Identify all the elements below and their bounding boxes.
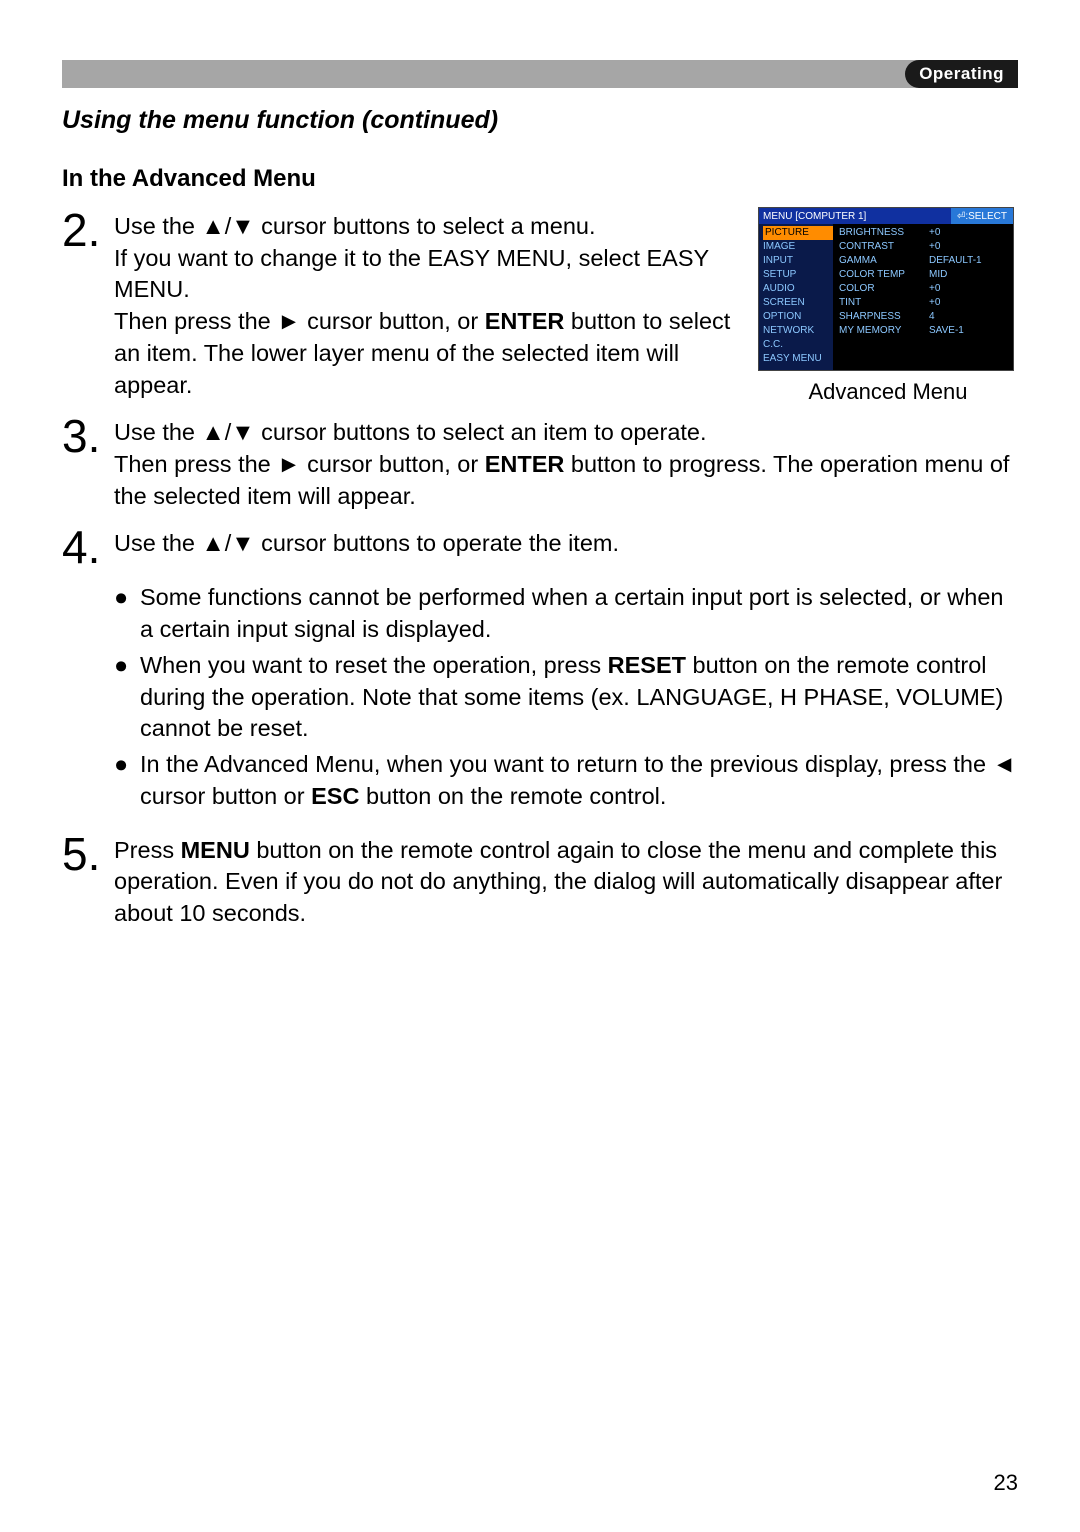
menu-val: +0 — [929, 240, 940, 254]
bullet-span: When you want to reset the operation, pr… — [140, 652, 608, 678]
bullet-item: ● When you want to reset the operation, … — [114, 650, 1018, 745]
menu-left-item: INPUT — [763, 254, 833, 268]
menu-key: COLOR TEMP — [839, 268, 929, 282]
page-number: 23 — [994, 1470, 1018, 1496]
bullet-span: button on the remote control. — [359, 783, 666, 809]
section-title: Using the menu function (continued) — [62, 106, 1018, 135]
step-3: 3. Use the ▲/▼ cursor buttons to select … — [62, 413, 1018, 512]
menu-left-item: C.C. — [763, 338, 833, 352]
step-2: 2. Use the ▲/▼ cursor buttons to select … — [62, 207, 738, 401]
figure-caption: Advanced Menu — [758, 379, 1018, 405]
step-number: 2. — [62, 207, 114, 253]
menu-val: +0 — [929, 226, 940, 240]
step-text: Press — [114, 837, 181, 863]
bullet-item: ● In the Advanced Menu, when you want to… — [114, 749, 1018, 812]
menu-key: CONTRAST — [839, 240, 929, 254]
menu-right-column: BRIGHTNESS+0 CONTRAST+0 GAMMADEFAULT-1 C… — [833, 224, 1013, 370]
header-bar: Operating — [62, 60, 1018, 88]
bullet-icon: ● — [114, 650, 140, 745]
bullet-text: Some functions cannot be performed when … — [140, 582, 1018, 645]
bullet-text: In the Advanced Menu, when you want to r… — [140, 749, 1018, 812]
enter-label: ENTER — [485, 308, 565, 334]
menu-val: SAVE-1 — [929, 324, 964, 338]
menu-left-item: SCREEN — [763, 296, 833, 310]
advanced-menu-figure: MENU [COMPUTER 1] ⏎:SELECT PICTURE IMAGE… — [758, 207, 1014, 371]
subsection-title: In the Advanced Menu — [62, 165, 1018, 193]
menu-left-item: PICTURE — [763, 226, 834, 240]
menu-key: GAMMA — [839, 254, 929, 268]
enter-label: ENTER — [485, 451, 565, 477]
menu-header-right: ⏎:SELECT — [951, 208, 1013, 224]
step-body: Use the ▲/▼ cursor buttons to operate th… — [114, 524, 619, 560]
step-text: Use the ▲/▼ cursor buttons to operate th… — [114, 530, 619, 556]
menu-left-column: PICTURE IMAGE INPUT SETUP AUDIO SCREEN O… — [759, 224, 833, 370]
step-text: Use the ▲/▼ cursor buttons to select an … — [114, 419, 707, 445]
step-number: 3. — [62, 413, 114, 459]
menu-left-item: NETWORK — [763, 324, 833, 338]
menu-val: DEFAULT-1 — [929, 254, 982, 268]
menu-header-left: MENU [COMPUTER 1] — [759, 211, 951, 222]
menu-left-item: IMAGE — [763, 240, 833, 254]
menu-key: BRIGHTNESS — [839, 226, 929, 240]
step-number: 5. — [62, 831, 114, 877]
menu-key: MY MEMORY — [839, 324, 929, 338]
step-text: Use the ▲/▼ cursor buttons to select a m… — [114, 213, 596, 239]
menu-key: SHARPNESS — [839, 310, 929, 324]
bullet-icon: ● — [114, 582, 140, 645]
step-5: 5. Press MENU button on the remote contr… — [62, 831, 1018, 930]
menu-left-item: OPTION — [763, 310, 833, 324]
menu-val: +0 — [929, 282, 940, 296]
esc-label: ESC — [311, 783, 359, 809]
step-number: 4. — [62, 524, 114, 570]
step-body: Use the ▲/▼ cursor buttons to select a m… — [114, 207, 738, 401]
bullet-item: ● Some functions cannot be performed whe… — [114, 582, 1018, 645]
reset-label: RESET — [608, 652, 686, 678]
menu-val: +0 — [929, 296, 940, 310]
menu-label: MENU — [181, 837, 250, 863]
step-text: Then press the ► cursor button, or — [114, 308, 485, 334]
step-body: Press MENU button on the remote control … — [114, 831, 1018, 930]
menu-left-item: AUDIO — [763, 282, 833, 296]
menu-left-item: EASY MENU — [763, 352, 833, 366]
menu-key: COLOR — [839, 282, 929, 296]
step-text: Then press the ► cursor button, or — [114, 451, 485, 477]
bullet-text: When you want to reset the operation, pr… — [140, 650, 1018, 745]
step-4: 4. Use the ▲/▼ cursor buttons to operate… — [62, 524, 1018, 570]
step-text: If you want to change it to the EASY MEN… — [114, 245, 709, 303]
menu-val: 4 — [929, 310, 935, 324]
step-body: Use the ▲/▼ cursor buttons to select an … — [114, 413, 1018, 512]
bullet-list: ● Some functions cannot be performed whe… — [114, 582, 1018, 812]
menu-val: MID — [929, 268, 947, 282]
menu-left-item: SETUP — [763, 268, 833, 282]
header-category: Operating — [905, 60, 1018, 88]
menu-key: TINT — [839, 296, 929, 310]
bullet-icon: ● — [114, 749, 140, 812]
